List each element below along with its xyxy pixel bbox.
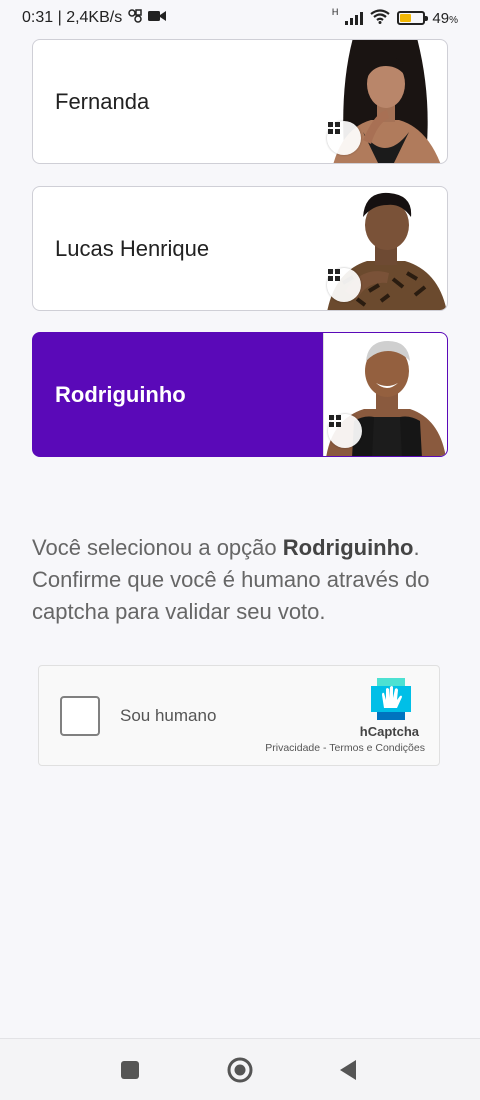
back-triangle-icon — [340, 1060, 356, 1080]
hcaptcha-logo-icon — [371, 678, 411, 720]
selected-option: Rodriguinho — [282, 535, 414, 560]
status-bar: 0:31 | 2,4KB/s H 49% — [0, 0, 480, 36]
candidate-photo — [323, 187, 447, 310]
battery-percent: 49% — [432, 9, 458, 27]
confirmation-message: Você selecionou a opção Rodriguinho. Con… — [32, 532, 452, 628]
confirmation-prefix: Você selecionou a opção — [32, 535, 283, 560]
home-button[interactable] — [227, 1057, 253, 1088]
candidate-card-lucas-henrique[interactable]: Lucas Henrique — [32, 186, 448, 311]
candidate-photo — [323, 333, 447, 456]
hcaptcha-links: Privacidade - Termos e Condições — [265, 742, 425, 754]
network-type: H — [331, 6, 339, 17]
human-checkbox-label: Sou humano — [120, 706, 217, 725]
expand-icon — [328, 122, 340, 134]
expand-photo-button[interactable] — [327, 268, 361, 302]
expand-photo-button[interactable] — [327, 121, 361, 155]
terms-link[interactable]: Termos e Condições — [329, 742, 425, 754]
privacy-link[interactable]: Privacidade — [265, 742, 320, 754]
candidate-photo — [323, 40, 447, 163]
candidate-name: Rodriguinho — [55, 381, 186, 407]
wifi-icon — [370, 8, 391, 28]
candidate-name: Lucas Henrique — [55, 235, 210, 261]
back-button[interactable] — [338, 1059, 358, 1086]
candidate-card-rodriguinho[interactable]: Rodriguinho — [32, 332, 448, 457]
navigation-bar — [0, 1038, 480, 1100]
expand-photo-button[interactable] — [328, 414, 362, 448]
human-checkbox[interactable] — [60, 696, 100, 736]
expand-icon — [328, 269, 340, 281]
video-camera-icon — [148, 9, 167, 27]
candidate-card-fernanda[interactable]: Fernanda — [32, 39, 448, 164]
hcaptcha-widget: Sou humano hCaptcha Privacidade - Termos… — [38, 665, 440, 766]
status-time-speed: 0:31 | 2,4KB/s — [22, 9, 123, 26]
notification-icon — [128, 8, 142, 28]
square-icon — [121, 1061, 139, 1079]
candidate-name: Fernanda — [55, 88, 150, 114]
hcaptcha-brand: hCaptcha — [359, 724, 419, 739]
recents-button[interactable] — [120, 1060, 140, 1085]
battery-icon — [397, 11, 429, 25]
home-circle-icon — [227, 1057, 253, 1083]
link-separator: - — [320, 742, 330, 754]
expand-icon — [329, 415, 341, 427]
signal-icon — [345, 11, 364, 25]
